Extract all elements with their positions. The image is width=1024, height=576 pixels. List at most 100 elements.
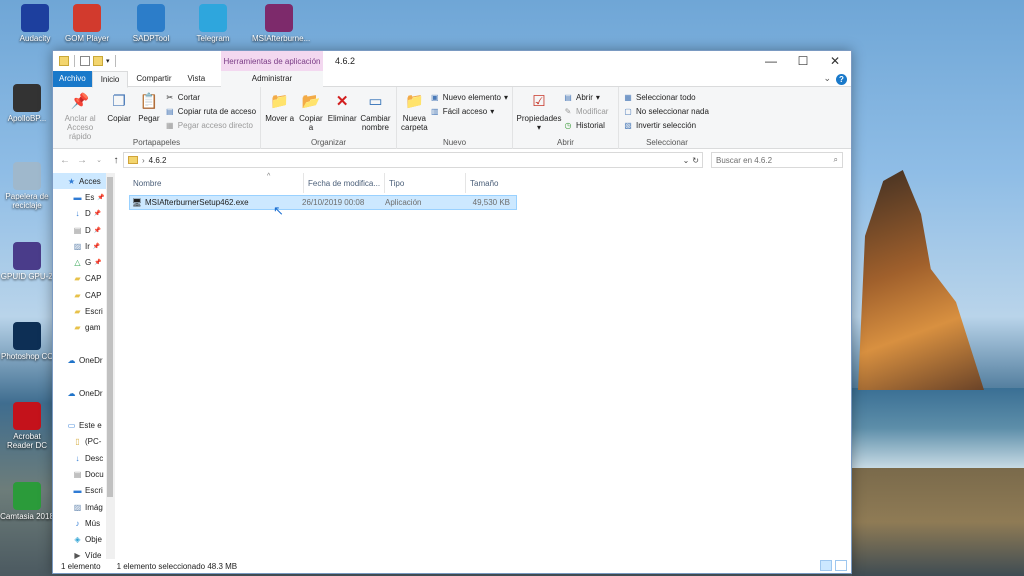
tab-file[interactable]: Archivo	[53, 70, 92, 87]
select-none-button[interactable]: ▢ No seleccionar nada	[623, 105, 709, 117]
search-input[interactable]: Buscar en 4.6.2 ⌕	[711, 152, 843, 168]
up-arrow-icon[interactable]: ↑	[110, 155, 122, 166]
sidebar-item[interactable]: ▭ Este e	[53, 417, 114, 433]
invert-selection-button[interactable]: ▧ Invertir selección	[623, 119, 709, 131]
column-date-modified[interactable]: Fecha de modifica...	[304, 173, 385, 193]
desktop-shortcut[interactable]: ApolloBP...	[0, 84, 54, 123]
sidebar-item[interactable]: ▤ D 📌	[53, 222, 114, 238]
desktop-shortcut[interactable]: Papelera de reciclaje	[0, 162, 54, 210]
sidebar-item-label: Este e	[79, 421, 102, 431]
tab-manage[interactable]: Administrar	[221, 70, 323, 87]
copy-path-icon: ▤	[165, 106, 174, 116]
tab-view[interactable]: Vista	[180, 71, 214, 87]
column-size[interactable]: Tamaño	[466, 173, 516, 193]
gpuz-icon	[13, 242, 41, 270]
desktop-shortcut[interactable]: Camtasia 2018	[0, 482, 54, 521]
sidebar-item[interactable]: △ G 📌	[53, 254, 114, 270]
address-bar[interactable]: › 4.6.2 ⌄ ↻	[123, 152, 703, 168]
sidebar-item[interactable]: ☁ OneDr	[53, 352, 114, 368]
table-row[interactable]: 🖥 MSIAfterburnerSetup462.exe 26/10/2019 …	[129, 195, 517, 210]
sidebar-item[interactable]: ▰ CAP	[53, 287, 114, 303]
new-item-button[interactable]: ▣ Nuevo elemento ▾	[430, 91, 508, 103]
easy-access-label: Fácil acceso	[442, 106, 488, 116]
ribbon-tabs: Archivo Inicio Compartir Vista Administr…	[53, 70, 851, 88]
pin-icon: 📌	[94, 260, 102, 267]
address-dropdown-icon[interactable]: ⌄	[683, 156, 690, 165]
desktop-shortcut[interactable]: GPUID GPU-Z	[0, 242, 54, 281]
sidebar-item[interactable]: ★ Acces	[53, 173, 114, 190]
easy-access-button[interactable]: ▥ Fácil acceso ▾	[430, 105, 508, 117]
invert-selection-label: Invertir selección	[636, 120, 697, 130]
new-folder-quick-icon[interactable]	[93, 56, 103, 66]
file-date: 26/10/2019 00:08	[302, 198, 365, 207]
sidebar-item[interactable]: ▰ gam	[53, 320, 114, 336]
desktop-shortcut[interactable]: Audacity	[8, 4, 62, 43]
recent-locations-icon[interactable]: ⌄	[93, 156, 105, 164]
wallpaper-beach	[852, 468, 1024, 576]
image-icon: ▨	[73, 502, 82, 512]
column-type[interactable]: Tipo	[385, 173, 466, 193]
desktop-shortcut[interactable]: GOM Player	[60, 4, 114, 43]
customize-dropdown-icon[interactable]: ▾	[106, 57, 110, 65]
desktop-shortcut[interactable]: Acrobat Reader DC	[0, 402, 54, 450]
item-count: 1 elemento	[61, 561, 101, 571]
window-controls: — ☐ ✕	[755, 51, 851, 71]
open-button[interactable]: ▤ Abrir ▾	[563, 91, 608, 103]
desktop-shortcut-label: GOM Player	[64, 34, 109, 43]
audacity-icon	[21, 4, 49, 32]
desktop-shortcut[interactable]: SADPTool	[124, 4, 178, 43]
breadcrumb[interactable]: 4.6.2	[149, 156, 167, 165]
paste-shortcut-icon: ▦	[165, 120, 174, 130]
sidebar-item[interactable]: ☁ OneDr	[53, 385, 114, 401]
copy-path-button[interactable]: ▤ Copiar ruta de acceso	[165, 105, 256, 117]
sidebar-item[interactable]: ↓ Desc	[53, 450, 114, 466]
desktop-shortcut[interactable]: Telegram	[186, 4, 240, 43]
sidebar-item[interactable]: ▬ Escri	[53, 483, 114, 499]
scrollbar-thumb[interactable]	[107, 177, 113, 497]
properties-icon: ☑	[532, 92, 546, 110]
folder-icon: ▰	[74, 307, 81, 317]
desktop-shortcut[interactable]: MSIAfterburne...	[252, 4, 311, 43]
large-icons-view-icon[interactable]	[835, 560, 847, 571]
sidebar-item[interactable]: ▨ Imág	[53, 499, 114, 515]
minimize-button[interactable]: —	[755, 51, 787, 71]
chevron-down-icon[interactable]: ⌄	[823, 73, 831, 84]
sidebar-item[interactable]: ▰ Escri	[53, 303, 114, 319]
details-view-icon[interactable]	[820, 560, 832, 571]
sidebar-item[interactable]: ↓ D 📌	[53, 206, 114, 222]
edit-button[interactable]: ✎ Modificar	[563, 105, 609, 117]
properties-quick-icon[interactable]	[80, 56, 90, 66]
help-icon[interactable]: ?	[836, 74, 847, 85]
back-arrow-icon[interactable]: ←	[59, 155, 71, 166]
forward-arrow-icon[interactable]: →	[76, 155, 88, 166]
cut-button[interactable]: ✂ Cortar	[165, 91, 256, 103]
sidebar-item[interactable]: ◈ Obje	[53, 532, 114, 548]
desktop-shortcut-label: MSIAfterburne...	[252, 34, 311, 43]
tab-home[interactable]: Inicio	[91, 70, 129, 88]
folder-icon	[128, 156, 138, 164]
sidebar-item[interactable]: ▤ Docu	[53, 466, 114, 482]
history-button[interactable]: ◷ Historial	[563, 119, 608, 131]
sidebar-item[interactable]: ♪ Mús	[53, 515, 114, 531]
column-name[interactable]: Nombre	[129, 173, 304, 193]
paste-icon: 📋	[139, 92, 159, 110]
sidebar-item[interactable]: ▨ Ir 📌	[53, 238, 114, 254]
sidebar-item-label: Víde	[85, 551, 102, 559]
file-explorer-window: ▾ Herramientas de aplicación 4.6.2 — ☐ ✕…	[52, 50, 852, 574]
tab-share[interactable]: Compartir	[128, 71, 179, 87]
sidebar-item[interactable]: ▰ CAP	[53, 271, 114, 287]
desktop-shortcut[interactable]: Photoshop CC	[0, 322, 54, 361]
paste-shortcut-button[interactable]: ▦ Pegar acceso directo	[165, 119, 256, 131]
sidebar-item[interactable]: ▬ Es 📌	[53, 189, 114, 205]
nav-scrollbar[interactable]	[106, 173, 114, 559]
sidebar-item[interactable]: ▯ (PC-	[53, 434, 114, 450]
select-all-button[interactable]: ▦ Seleccionar todo	[623, 91, 709, 103]
breadcrumb-chevron-icon: ›	[142, 155, 145, 165]
file-list-pane: Nombre Fecha de modifica... Tipo Tamaño …	[115, 173, 851, 559]
rename-icon: ▭	[368, 92, 383, 110]
sidebar-item[interactable]: ▶ Víde	[53, 548, 114, 559]
refresh-icon[interactable]: ↻	[692, 156, 699, 165]
maximize-button[interactable]: ☐	[787, 51, 819, 71]
close-button[interactable]: ✕	[819, 51, 851, 71]
pin-icon: 📌	[93, 227, 102, 234]
